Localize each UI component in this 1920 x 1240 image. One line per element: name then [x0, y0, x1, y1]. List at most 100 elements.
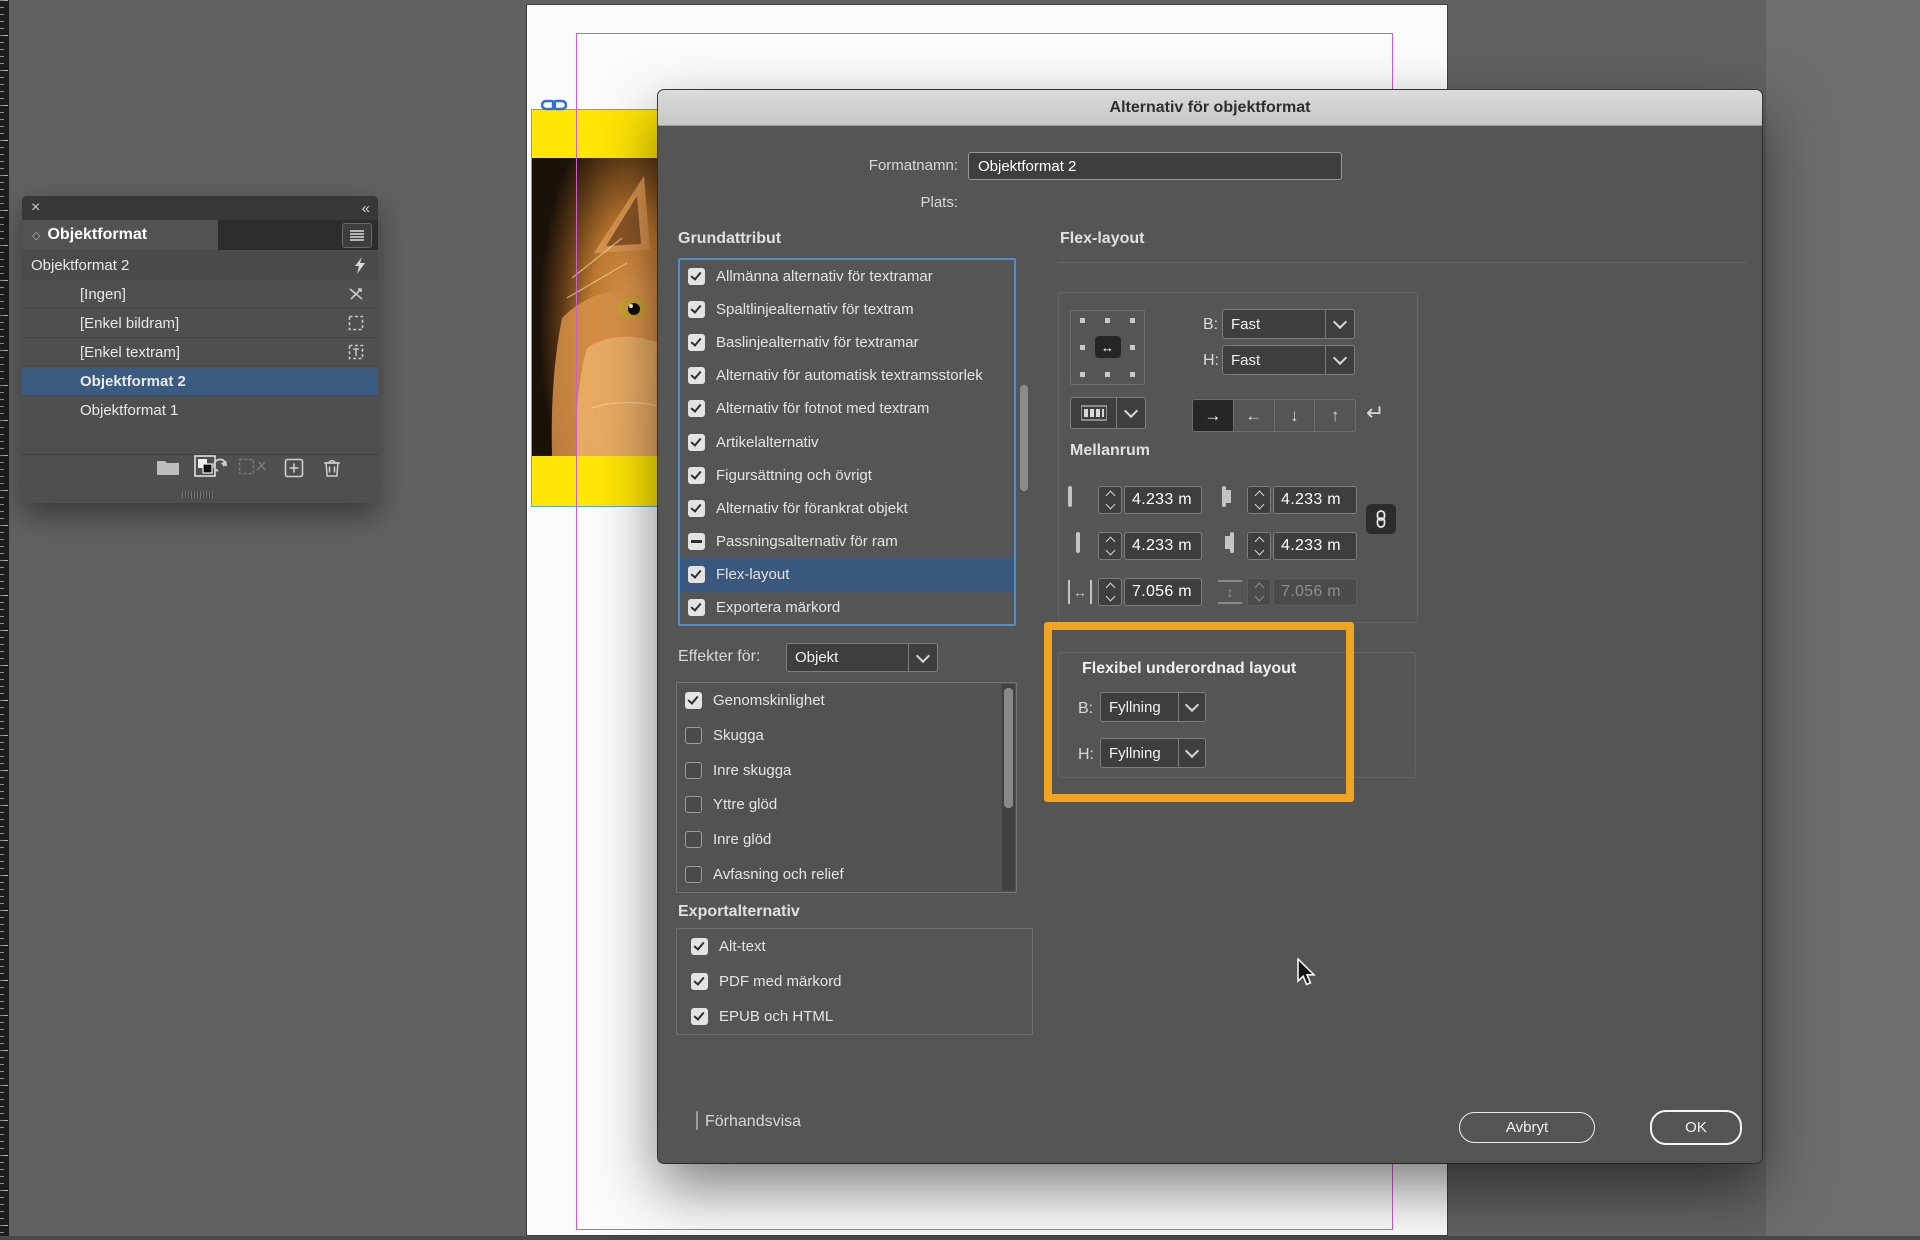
export-item[interactable]: PDF med märkord	[683, 964, 1032, 999]
child-height-dropdown[interactable]: Fyllning	[1100, 738, 1206, 768]
export-item[interactable]: EPUB och HTML	[683, 999, 1032, 1034]
style-row-objektformat-2[interactable]: Objektformat 2	[22, 367, 378, 396]
panel-scroll-grip[interactable]	[182, 491, 214, 498]
checkbox[interactable]	[688, 301, 705, 319]
checkbox[interactable]	[688, 334, 705, 352]
checkbox[interactable]	[691, 973, 708, 990]
checkbox[interactable]	[688, 466, 705, 484]
effect-item[interactable]: Genomskinlighet	[677, 683, 1016, 718]
item-width-field[interactable]: 7.056 m	[1124, 578, 1202, 606]
columns-dropdown[interactable]	[1070, 397, 1146, 429]
panel-tab-row: ◇ Objektformat	[22, 220, 378, 250]
checkbox-mixed[interactable]	[688, 532, 705, 550]
style-row-bildram[interactable]: [Enkel bildram]	[22, 309, 378, 338]
effect-label: Skugga	[713, 726, 764, 744]
flex-layout-header: Flex-layout	[1060, 230, 1145, 247]
spacing-bottom-field[interactable]: 4.233 m	[1124, 532, 1202, 560]
dialog-titlebar[interactable]: Alternativ för objektformat	[658, 90, 1762, 126]
checkbox[interactable]	[685, 691, 702, 709]
checkbox[interactable]	[688, 598, 705, 616]
export-item[interactable]: Alt-text	[683, 929, 1032, 964]
basic-item[interactable]: Alternativ för automatisk textramsstorle…	[680, 359, 1014, 392]
break-link-icon[interactable]	[238, 458, 266, 476]
spacing-bottom-stepper[interactable]	[1098, 532, 1122, 560]
effects-target-dropdown[interactable]: Objekt	[786, 643, 938, 672]
child-width-dropdown[interactable]: Fyllning	[1100, 692, 1206, 722]
checkbox[interactable]	[691, 1008, 708, 1025]
new-style-icon[interactable]	[284, 458, 304, 478]
effects-scroll-track[interactable]	[1002, 684, 1015, 891]
basic-item[interactable]: Spaltlinjealternativ för textram	[680, 293, 1014, 326]
style-row-textram[interactable]: [Enkel textram]	[22, 338, 378, 367]
quick-apply-icon[interactable]	[354, 256, 366, 274]
checkbox[interactable]	[685, 761, 702, 779]
delete-style-icon[interactable]	[323, 458, 341, 478]
style-row-none[interactable]: [Ingen]	[22, 280, 378, 309]
format-name-input[interactable]: Objektformat 2	[968, 152, 1342, 180]
checkbox[interactable]	[685, 726, 702, 744]
basic-list-scrollbar[interactable]	[1020, 385, 1028, 491]
checkbox[interactable]	[685, 831, 702, 849]
basic-item[interactable]: Artikelalternativ	[680, 425, 1014, 458]
close-icon[interactable]: ×	[31, 199, 40, 217]
cancel-button[interactable]: Avbryt	[1459, 1112, 1595, 1143]
checkbox[interactable]	[685, 796, 702, 814]
basic-item[interactable]: Alternativ för fotnot med textram	[680, 392, 1014, 425]
flex-frame-group[interactable]	[531, 109, 660, 507]
panel-menu-icon[interactable]	[342, 223, 372, 248]
checkbox[interactable]	[685, 866, 702, 884]
basic-item[interactable]: Alternativ för förankrat objekt	[680, 492, 1014, 525]
effect-item[interactable]: Inre skugga	[677, 753, 1016, 788]
ok-button[interactable]: OK	[1650, 1110, 1742, 1145]
basic-item[interactable]: Exportera märkord	[680, 591, 1014, 624]
effects-scrollbar[interactable]	[1004, 688, 1013, 808]
checkbox[interactable]	[688, 367, 705, 385]
effect-item[interactable]: Avfasning och relief	[677, 857, 1016, 892]
alignment-proxy-grid[interactable]: ↔	[1070, 310, 1145, 385]
cat-photo[interactable]	[532, 158, 659, 456]
tab-objektformat[interactable]: ◇ Objektformat	[22, 220, 218, 250]
basic-item[interactable]: Figursättning och övrigt	[680, 459, 1014, 492]
checkbox[interactable]	[688, 268, 705, 286]
clear-overrides-icon[interactable]	[194, 455, 228, 483]
checkbox[interactable]	[688, 565, 705, 583]
checkbox[interactable]	[688, 499, 705, 517]
style-row-objektformat-1[interactable]: Objektformat 1	[22, 396, 378, 425]
checkbox[interactable]	[688, 400, 705, 418]
basic-item[interactable]: Allmänna alternativ för textramar	[680, 260, 1014, 293]
basic-item[interactable]: Passningsalternativ för ram	[680, 525, 1014, 558]
direction-left-button[interactable]: ←	[1234, 400, 1275, 431]
export-label: PDF med märkord	[719, 973, 842, 990]
preview-checkbox[interactable]	[696, 1111, 698, 1130]
spacing-left-stepper[interactable]	[1247, 486, 1271, 514]
basic-item[interactable]: Baslinjealternativ för textramar	[680, 326, 1014, 359]
collapse-icon[interactable]: «	[362, 200, 370, 217]
checkbox[interactable]	[691, 938, 708, 955]
basic-item-label: Allmänna alternativ för textramar	[716, 268, 933, 286]
spacing-top-field[interactable]: 4.233 m	[1124, 486, 1202, 514]
direction-right-button[interactable]: →	[1193, 400, 1234, 431]
spacing-left-field[interactable]: 4.233 m	[1273, 486, 1357, 514]
style-group-folder-icon[interactable]	[156, 458, 180, 476]
resize-center-icon[interactable]: ↔	[1094, 336, 1121, 359]
panel-resize-strip[interactable]	[22, 482, 378, 503]
width-behavior-dropdown[interactable]: Fast	[1222, 309, 1355, 339]
checkbox[interactable]	[688, 433, 705, 451]
style-label: [Enkel textram]	[80, 343, 181, 361]
wrap-return-icon[interactable]: ↵	[1366, 400, 1384, 426]
item-width-stepper[interactable]	[1098, 578, 1122, 606]
linked-content-icon[interactable]	[540, 97, 568, 118]
effect-item[interactable]: Inre glöd	[677, 822, 1016, 857]
effect-item[interactable]: Yttre glöd	[677, 787, 1016, 822]
spacing-right-field[interactable]: 4.233 m	[1273, 532, 1357, 560]
direction-up-button[interactable]: ↑	[1315, 400, 1355, 431]
link-spacing-button[interactable]	[1366, 504, 1396, 534]
spacing-right-stepper[interactable]	[1247, 532, 1271, 560]
basic-item-flex-layout-selected[interactable]: Flex-layout	[680, 557, 1014, 591]
effect-item[interactable]: Skugga	[677, 718, 1016, 753]
yellow-bar-bottom[interactable]	[532, 456, 659, 506]
spacing-top-stepper[interactable]	[1098, 486, 1122, 514]
height-behavior-dropdown[interactable]: Fast	[1222, 345, 1355, 375]
current-style-name: Objektformat 2	[31, 256, 130, 274]
direction-down-button[interactable]: ↓	[1275, 400, 1316, 431]
